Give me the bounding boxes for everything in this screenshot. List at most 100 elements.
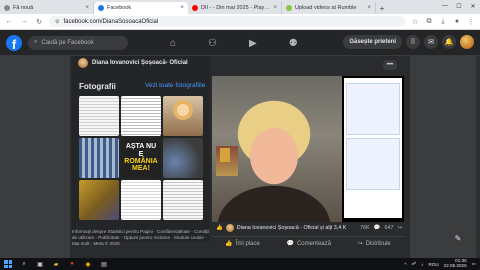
- share-button[interactable]: ↪ Distribuie: [357, 240, 391, 248]
- browser-tab-active[interactable]: Facebook ×: [94, 2, 188, 14]
- photo-thumbnail[interactable]: AȘTA NU E ROMÂNIA MEA!: [121, 138, 161, 178]
- back-icon[interactable]: ←: [4, 17, 14, 27]
- app-icon[interactable]: ▤: [100, 260, 108, 268]
- like-label: Îmi place: [235, 240, 260, 247]
- media-app-icon[interactable]: ●: [68, 260, 76, 268]
- video-icon[interactable]: ▶: [249, 38, 257, 49]
- page-avatar[interactable]: [78, 58, 88, 68]
- address-bar-row: ← → ↻ ⚙ facebook.com/DianaSosoacaOficial…: [0, 14, 480, 30]
- close-window-icon[interactable]: ✕: [466, 0, 480, 12]
- clock-date: 22.05.2025: [443, 263, 467, 268]
- input-language[interactable]: ROU: [428, 262, 438, 267]
- page-name[interactable]: Diana Iovanovici Șoșoacă- Oficial: [92, 60, 188, 66]
- document-block: [346, 83, 400, 135]
- like-icon: 👍: [225, 241, 233, 247]
- page-scrollbar[interactable]: [476, 56, 480, 258]
- system-tray: ^ ☍ ♪ ROU 01:35 22.05.2025 ▭: [404, 258, 476, 270]
- video-background-icon: [220, 148, 230, 162]
- comment-button[interactable]: 💬 Comentează: [286, 240, 331, 248]
- rumble-favicon-icon: [286, 5, 292, 11]
- network-icon[interactable]: ☍: [411, 261, 416, 267]
- notifications-bell-icon[interactable]: 🔔: [442, 35, 456, 49]
- more-options-button[interactable]: •••: [383, 60, 397, 70]
- windows-start-icon[interactable]: [4, 260, 12, 268]
- account-avatar[interactable]: [460, 35, 474, 49]
- tab-title: DII - - Din mai 2025 - Playlist: [201, 5, 271, 11]
- browser-menu-icon[interactable]: ⋮: [466, 17, 476, 27]
- find-friends-button[interactable]: Găsește prieteni: [343, 35, 402, 49]
- share-label: Distribuie: [365, 240, 391, 247]
- video-player[interactable]: [212, 76, 404, 222]
- share-icon: ↪: [397, 225, 402, 231]
- page-footer-links[interactable]: Informații despre Statistici pentru Pagi…: [72, 229, 210, 247]
- see-all-photos-link[interactable]: Vezi toate fotografiile: [145, 82, 205, 89]
- document-block: [346, 138, 400, 190]
- search-icon[interactable]: ⌕: [20, 260, 28, 268]
- photo-thumbnail[interactable]: [163, 180, 203, 220]
- minimize-icon[interactable]: —: [438, 0, 452, 12]
- photo-thumbnail[interactable]: [163, 138, 203, 178]
- youtube-favicon-icon: [192, 5, 198, 11]
- os-taskbar: ⌕ ▣ ▰ ● ◉ ▤ ^ ☍ ♪ ROU 01:35 22.05.2025 ▭: [0, 258, 480, 270]
- photo-thumbnail[interactable]: [121, 180, 161, 220]
- browser-tab-strip: Fă nouă × Facebook × DII - - Din mai 202…: [0, 0, 480, 14]
- reaction-icon: 👍: [216, 225, 223, 231]
- photo-caption-line1: AȘTA NU E: [125, 143, 157, 158]
- photo-thumbnail[interactable]: [121, 96, 161, 136]
- photos-title: Fotografii: [79, 82, 116, 91]
- photos-grid: AȘTA NU E ROMÂNIA MEA!: [79, 96, 203, 220]
- photo-thumbnail[interactable]: [163, 96, 203, 136]
- site-info-icon[interactable]: ⚙: [55, 19, 59, 25]
- share-arrow-icon: ↪: [357, 241, 363, 247]
- browser-tab[interactable]: Upload videos at Rumble ×: [282, 2, 376, 14]
- video-document-overlay: [344, 78, 402, 218]
- notification-center-icon[interactable]: ▭: [472, 261, 476, 267]
- comments-count[interactable]: 647: [384, 225, 393, 231]
- profile-icon[interactable]: ●: [452, 17, 462, 27]
- browser-tab[interactable]: Fă nouă ×: [0, 2, 94, 14]
- facebook-header-right: Găsește prieteni ⠿ ✉ 🔔: [343, 35, 474, 49]
- volume-icon[interactable]: ♪: [421, 262, 423, 267]
- new-message-button[interactable]: ✎: [450, 230, 466, 246]
- window-controls: — ☐ ✕: [438, 0, 480, 12]
- forward-icon[interactable]: →: [19, 17, 29, 27]
- page-avatar[interactable]: [225, 224, 234, 232]
- photo-thumbnail[interactable]: [79, 180, 119, 220]
- chrome-icon[interactable]: ◉: [84, 260, 92, 268]
- facebook-search-input[interactable]: ⌕ Caută pe Facebook: [28, 35, 128, 50]
- reactions-summary[interactable]: Diana Iovanovici Șoșoacă - Oficial și al…: [237, 225, 347, 231]
- groups-icon[interactable]: ⚉: [289, 38, 298, 49]
- system-clock[interactable]: 01:35 22.05.2025: [443, 258, 467, 269]
- facebook-logo-icon[interactable]: f: [6, 34, 22, 51]
- like-button[interactable]: 👍 Îmi place: [225, 240, 260, 248]
- bookmark-star-icon[interactable]: ☆: [410, 17, 420, 27]
- url-field[interactable]: ⚙ facebook.com/DianaSosoacaOficial: [49, 16, 405, 27]
- comment-label: Comentează: [296, 240, 331, 247]
- extensions-icon[interactable]: ⧉: [424, 17, 434, 27]
- tab-close-icon[interactable]: ×: [180, 5, 184, 11]
- search-placeholder: Caută pe Facebook: [41, 39, 94, 46]
- tray-chevron-icon[interactable]: ^: [404, 262, 406, 267]
- photo-thumbnail[interactable]: [79, 96, 119, 136]
- likes-count[interactable]: 76K: [360, 225, 370, 231]
- new-tab-button[interactable]: +: [376, 2, 388, 14]
- download-icon[interactable]: ⤓: [438, 17, 448, 27]
- home-icon[interactable]: ⌂: [170, 38, 176, 49]
- file-explorer-icon[interactable]: ▰: [52, 260, 60, 268]
- browser-tab[interactable]: DII - - Din mai 2025 - Playlist ×: [188, 2, 282, 14]
- menu-grid-icon[interactable]: ⠿: [406, 35, 420, 49]
- comment-icon: 💬: [286, 241, 294, 247]
- browser-toolbar-right: ☆ ⧉ ⤓ ● ⋮: [410, 17, 476, 27]
- friends-icon[interactable]: ⚇: [208, 38, 217, 49]
- messenger-icon[interactable]: ✉: [424, 35, 438, 49]
- tab-close-icon[interactable]: ×: [367, 5, 371, 11]
- search-icon: ⌕: [34, 39, 38, 45]
- facebook-main-nav: ⌂ ⚇ ▶ ⚉: [170, 30, 298, 56]
- maximize-icon[interactable]: ☐: [452, 0, 466, 12]
- tab-close-icon[interactable]: ×: [85, 5, 89, 11]
- tab-title: Upload videos at Rumble: [295, 5, 357, 11]
- photo-thumbnail[interactable]: [79, 138, 119, 178]
- reload-icon[interactable]: ↻: [34, 17, 44, 27]
- task-view-icon[interactable]: ▣: [36, 260, 44, 268]
- tab-close-icon[interactable]: ×: [273, 5, 277, 11]
